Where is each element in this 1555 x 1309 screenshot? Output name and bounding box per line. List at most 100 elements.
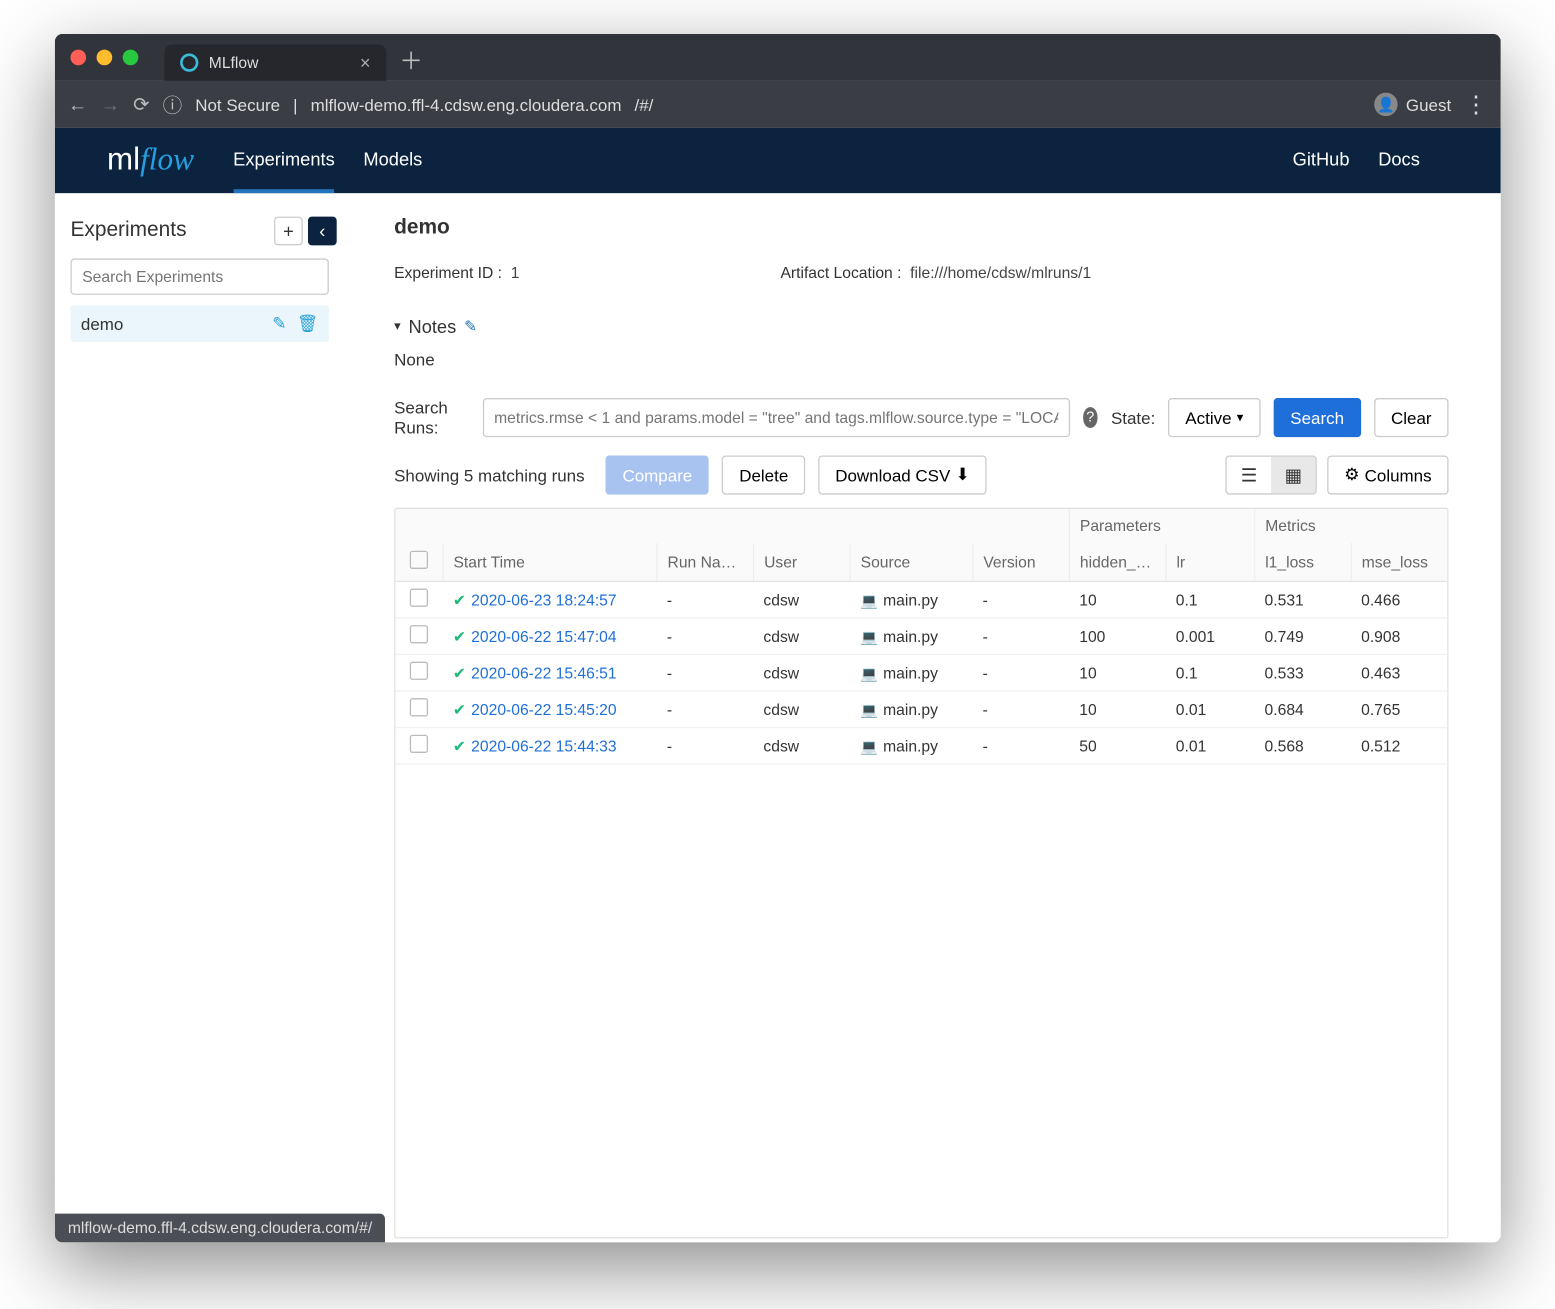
browser-window: MLflow × ＋ ← → ⟳ ⓘ Not Secure | mlflow-d… (55, 34, 1501, 1242)
profile-button[interactable]: 👤 Guest (1375, 93, 1452, 116)
runs-table: Parameters Metrics Start Time Run Name U… (394, 508, 1448, 1239)
edit-experiment-icon[interactable]: ✎ (272, 313, 286, 334)
state-dropdown[interactable]: Active▾ (1168, 398, 1260, 437)
delete-button[interactable]: Delete (722, 455, 805, 494)
edit-notes-icon[interactable]: ✎ (464, 317, 477, 335)
search-button[interactable]: Search (1273, 398, 1361, 437)
search-runs-input[interactable] (482, 398, 1069, 437)
row-checkbox[interactable] (410, 662, 428, 680)
columns-button[interactable]: ⚙ Columns (1327, 455, 1448, 494)
cell-mse-loss: 0.463 (1351, 654, 1448, 691)
notes-toggle[interactable]: ▾ Notes ✎ (394, 316, 1448, 337)
tab-title: MLflow (209, 54, 259, 72)
cell-l1-loss: 0.749 (1254, 618, 1351, 655)
cell-l1-loss: 0.531 (1254, 581, 1351, 618)
cell-hidden-dim: 50 (1069, 728, 1166, 765)
table-row: ✔2020-06-22 15:46:51-cdsw💻main.py-100.10… (395, 654, 1447, 691)
list-view-button[interactable]: ☰ (1227, 457, 1271, 494)
laptop-icon: 💻 (860, 739, 878, 755)
cell-lr: 0.01 (1165, 691, 1254, 728)
run-link[interactable]: 2020-06-23 18:24:57 (471, 591, 616, 609)
cell-source: 💻main.py (850, 654, 973, 691)
browser-menu-icon[interactable]: ⋮ (1464, 91, 1487, 118)
nav-back-icon[interactable]: ← (68, 93, 88, 115)
run-link[interactable]: 2020-06-22 15:45:20 (471, 700, 616, 718)
compare-button[interactable]: Compare (605, 455, 709, 494)
table-row: ✔2020-06-22 15:47:04-cdsw💻main.py-1000.0… (395, 618, 1447, 655)
col-user[interactable]: User (753, 543, 850, 581)
minimize-window-icon[interactable] (97, 50, 113, 66)
search-experiments-input[interactable] (70, 258, 328, 295)
maximize-window-icon[interactable] (123, 50, 139, 66)
select-all-checkbox[interactable] (409, 551, 427, 569)
site-info-icon[interactable]: ⓘ (163, 91, 183, 118)
col-start-time[interactable]: Start Time (442, 543, 656, 581)
mlflow-logo[interactable]: mlflow (107, 142, 194, 179)
col-run-name[interactable]: Run Name (656, 543, 753, 581)
cell-source: 💻main.py (850, 618, 973, 655)
cell-run-name: - (656, 728, 753, 765)
nav-experiments[interactable]: Experiments (233, 128, 335, 193)
close-tab-icon[interactable]: × (360, 52, 371, 73)
cell-version: - (972, 581, 1069, 618)
col-version[interactable]: Version (972, 543, 1069, 581)
status-ok-icon: ✔ (453, 700, 466, 718)
status-bar-link: mlflow-demo.ffl-4.cdsw.eng.cloudera.com/… (55, 1214, 385, 1243)
cell-lr: 0.1 (1165, 654, 1254, 691)
url-path[interactable]: /#/ (635, 95, 654, 115)
artifact-location-label: Artifact Location : (780, 264, 901, 282)
table-row: ✔2020-06-23 18:24:57-cdsw💻main.py-100.10… (395, 581, 1447, 618)
delete-experiment-icon[interactable]: 🗑 (297, 313, 319, 334)
row-checkbox[interactable] (410, 589, 428, 607)
nav-models[interactable]: Models (363, 128, 422, 193)
sidebar-item-label: demo (81, 314, 123, 334)
row-checkbox[interactable] (410, 735, 428, 753)
url-host[interactable]: mlflow-demo.ffl-4.cdsw.eng.cloudera.com (311, 95, 622, 115)
cell-mse-loss: 0.908 (1351, 618, 1448, 655)
cell-run-name: - (656, 691, 753, 728)
grid-view-button[interactable]: ▦ (1271, 457, 1315, 494)
col-lr[interactable]: lr (1165, 543, 1254, 581)
cell-lr: 0.01 (1165, 728, 1254, 765)
nav-forward-icon[interactable]: → (100, 93, 120, 115)
reload-icon[interactable]: ⟳ (133, 93, 149, 116)
window-controls[interactable] (70, 50, 138, 66)
col-source[interactable]: Source (850, 543, 973, 581)
col-hidden-dim[interactable]: hidden_dim (1069, 543, 1166, 581)
status-ok-icon: ✔ (453, 627, 466, 645)
new-tab-button[interactable]: ＋ (399, 43, 422, 77)
status-ok-icon: ✔ (453, 737, 466, 755)
nav-github[interactable]: GitHub (1293, 128, 1350, 193)
nav-docs[interactable]: Docs (1378, 128, 1420, 193)
row-checkbox[interactable] (410, 625, 428, 643)
run-link[interactable]: 2020-06-22 15:47:04 (471, 627, 616, 645)
new-experiment-button[interactable]: + (274, 217, 303, 246)
profile-label: Guest (1406, 95, 1451, 115)
clear-button[interactable]: Clear (1374, 398, 1448, 437)
cell-version: - (972, 691, 1069, 728)
cell-run-name: - (656, 581, 753, 618)
cell-mse-loss: 0.765 (1351, 691, 1448, 728)
search-help-icon[interactable]: ? (1083, 407, 1098, 428)
state-label: State: (1111, 408, 1155, 428)
close-window-icon[interactable] (70, 50, 86, 66)
artifact-location-value: file:///home/cdsw/mlruns/1 (910, 264, 1091, 282)
cell-l1-loss: 0.684 (1254, 691, 1351, 728)
notes-label: Notes (409, 316, 457, 337)
col-mse-loss[interactable]: mse_loss (1351, 543, 1448, 581)
sidebar-item-demo[interactable]: demo ✎ 🗑 (70, 305, 328, 342)
page-title: demo (394, 217, 1448, 240)
experiment-id-label: Experiment ID : (394, 264, 502, 282)
collapse-sidebar-button[interactable]: ‹ (308, 217, 337, 246)
download-csv-button[interactable]: Download CSV ⬇ (818, 455, 986, 494)
cell-l1-loss: 0.533 (1254, 654, 1351, 691)
avatar-icon: 👤 (1375, 93, 1398, 116)
run-link[interactable]: 2020-06-22 15:46:51 (471, 664, 616, 682)
table-row: ✔2020-06-22 15:44:33-cdsw💻main.py-500.01… (395, 728, 1447, 765)
col-group-metrics: Metrics (1254, 509, 1447, 543)
col-l1-loss[interactable]: l1_loss (1254, 543, 1351, 581)
tab-strip: MLflow × ＋ (55, 34, 1501, 81)
run-link[interactable]: 2020-06-22 15:44:33 (471, 737, 616, 755)
browser-tab[interactable]: MLflow × (164, 44, 386, 81)
row-checkbox[interactable] (410, 698, 428, 716)
